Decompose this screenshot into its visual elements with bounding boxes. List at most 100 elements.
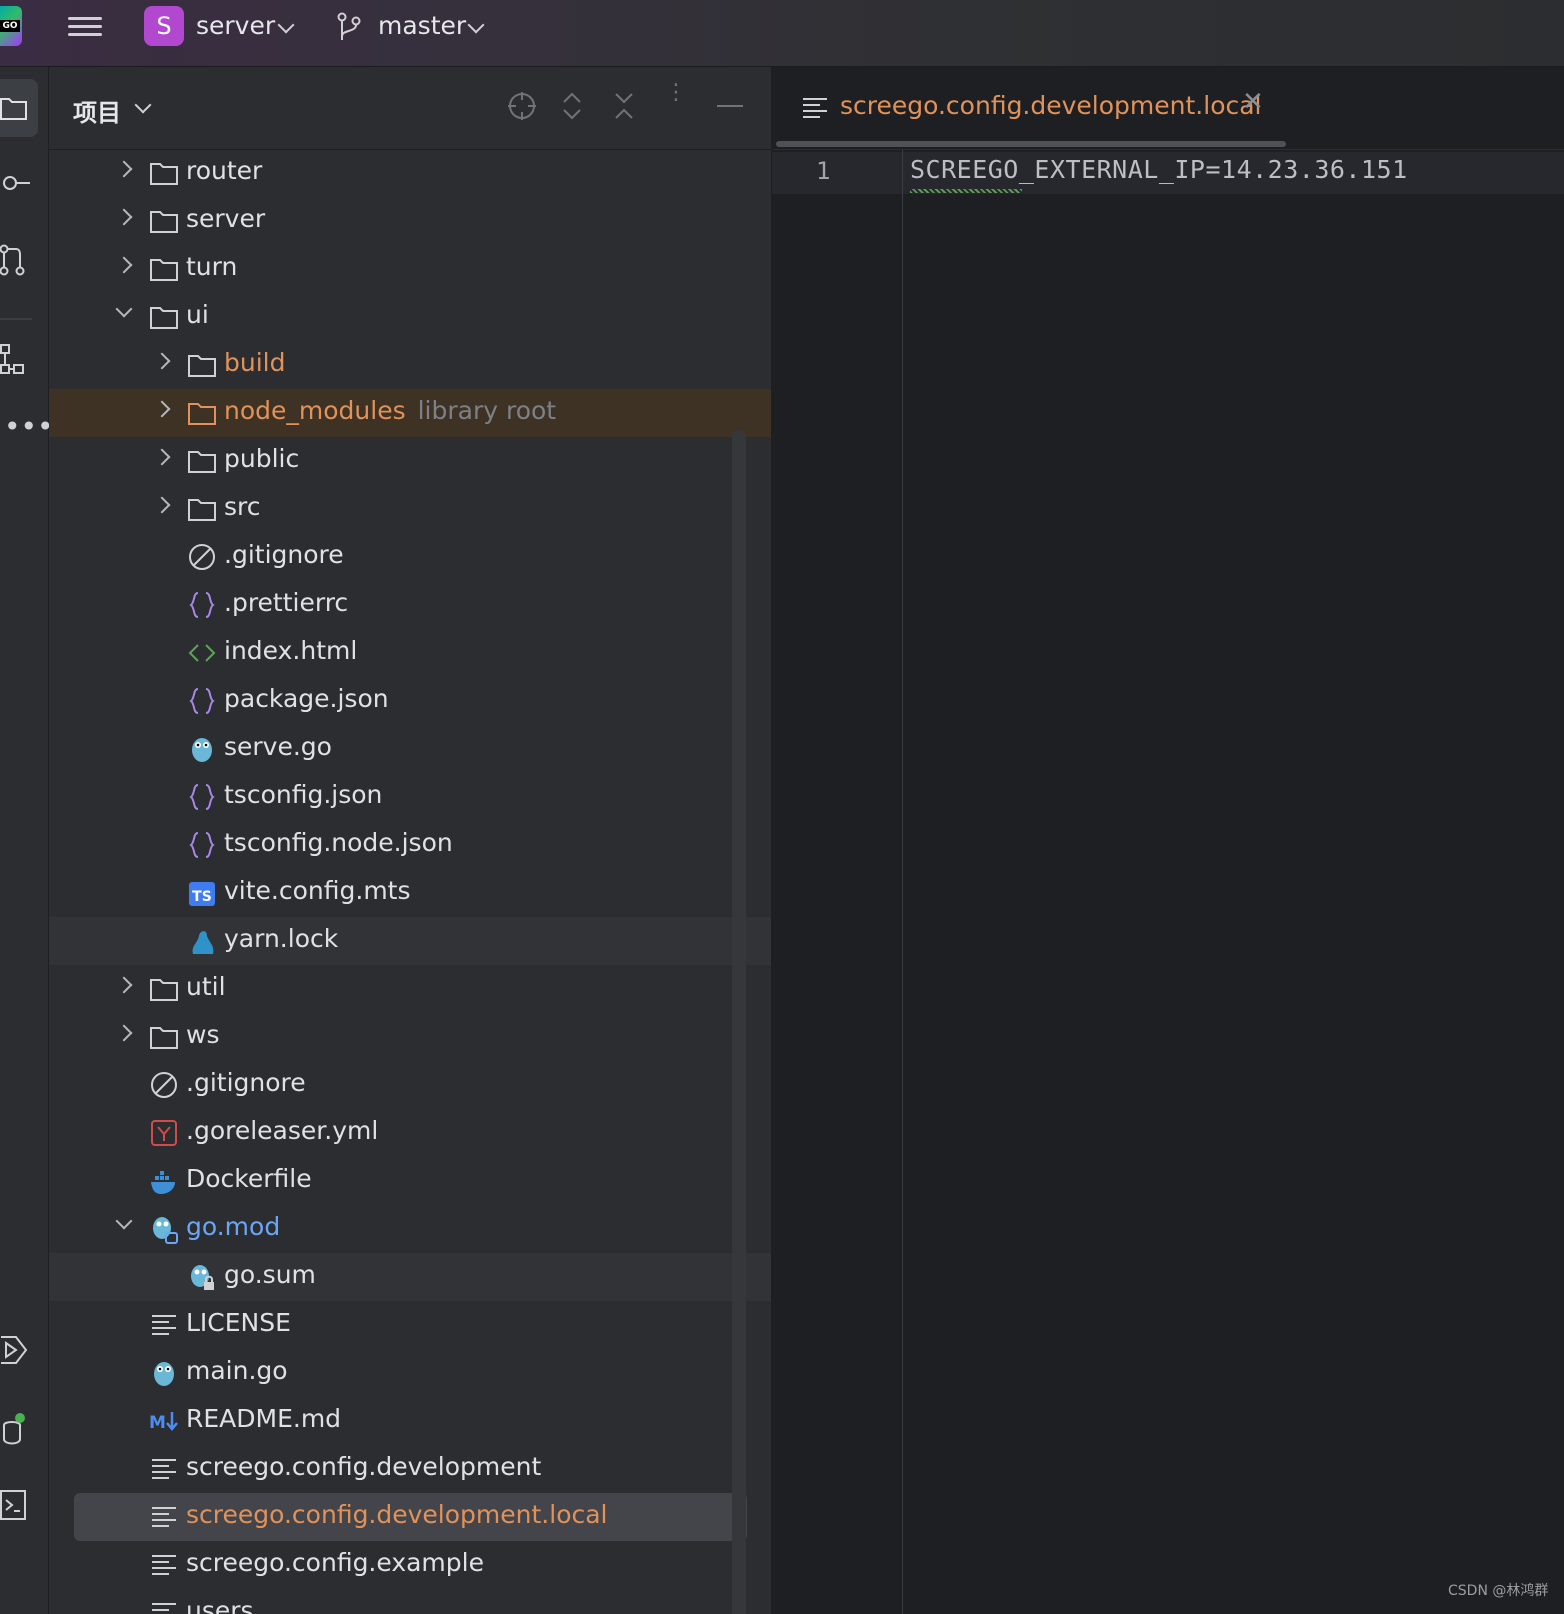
- tree-folder-ui[interactable]: ui: [49, 293, 771, 341]
- code-line[interactable]: SCREEGO_EXTERNAL_IP=14.23.36.151: [910, 155, 1408, 184]
- app-logo[interactable]: GO: [0, 6, 22, 46]
- tree-file-main-go[interactable]: main.go: [49, 1349, 771, 1397]
- chevron-down-icon[interactable]: [115, 300, 133, 318]
- tree-file-license[interactable]: LICENSE: [49, 1301, 771, 1349]
- minimize-icon[interactable]: [717, 105, 743, 107]
- tree-scrollbar[interactable]: [732, 430, 746, 1614]
- tree-item-label: Dockerfile: [186, 1164, 312, 1193]
- project-avatar[interactable]: S: [144, 6, 184, 46]
- tree-item-name: server: [186, 204, 266, 233]
- chevron-right-icon[interactable]: [115, 976, 133, 994]
- collapse-all-icon[interactable]: [611, 91, 637, 121]
- tree-file-serve-go[interactable]: serve.go: [49, 725, 771, 773]
- pull-request-icon[interactable]: [0, 243, 28, 279]
- chevron-right-icon[interactable]: [153, 400, 171, 418]
- tree-file-index-html[interactable]: index.html: [49, 629, 771, 677]
- tree-folder-turn[interactable]: turn: [49, 245, 771, 293]
- tree-folder-ws[interactable]: ws: [49, 1013, 771, 1061]
- tree-file-vite-config-mts[interactable]: TS vite.config.mts: [49, 869, 771, 917]
- tree-file-goreleaser-yml[interactable]: .goreleaser.yml: [49, 1109, 771, 1157]
- tree-file-go-mod[interactable]: go.mod: [49, 1205, 771, 1253]
- run-icon[interactable]: [0, 1333, 28, 1367]
- tree-file-tsconfig-node-json[interactable]: tsconfig.node.json: [49, 821, 771, 869]
- structure-icon[interactable]: [0, 343, 26, 377]
- tree-item-label: node_modules library root: [224, 396, 556, 425]
- tree-item-name: util: [186, 972, 226, 1001]
- tree-folder-node-modules[interactable]: node_modules library root: [49, 389, 771, 437]
- tree-file-users[interactable]: users: [49, 1589, 771, 1614]
- ignore-icon: [187, 542, 217, 572]
- tree-folder-server[interactable]: server: [49, 197, 771, 245]
- tree-file-dockerfile[interactable]: Dockerfile: [49, 1157, 771, 1205]
- chevron-right-icon[interactable]: [153, 448, 171, 466]
- tree-file-yarn-lock[interactable]: yarn.lock: [49, 917, 771, 965]
- project-tool-button[interactable]: [0, 79, 38, 137]
- tree-item-label: tsconfig.json: [224, 780, 382, 809]
- tree-item-label: users: [186, 1596, 254, 1614]
- crosshair-icon[interactable]: [507, 91, 537, 121]
- tree-folder-util[interactable]: util: [49, 965, 771, 1013]
- tree-file-gitignore[interactable]: .gitignore: [49, 533, 771, 581]
- tree-folder-src[interactable]: src: [49, 485, 771, 533]
- project-panel-title[interactable]: 项目: [73, 93, 121, 128]
- tree-file-go-sum[interactable]: go.sum: [49, 1253, 771, 1301]
- tree-item-label: turn: [186, 252, 237, 281]
- ignore-icon: [149, 1070, 179, 1100]
- branch-chevron-down-icon[interactable]: [467, 16, 485, 34]
- branch-name[interactable]: master: [378, 11, 466, 40]
- project-panel: 项目 ⋮ router server turn ui build node_modules…: [49, 67, 771, 1614]
- tree-item-name: ui: [186, 300, 209, 329]
- tree-item-name: tsconfig.node.json: [224, 828, 453, 857]
- tool-separator: [0, 318, 32, 320]
- tree-folder-router[interactable]: router: [49, 149, 771, 197]
- tree-item-label: screego.config.example: [186, 1548, 484, 1577]
- more-tools-icon[interactable]: •••: [4, 413, 54, 441]
- tree-file-screego-config-development-local[interactable]: screego.config.development.local: [74, 1493, 747, 1541]
- tree-item-name: tsconfig.json: [224, 780, 383, 809]
- chevron-down-icon[interactable]: [115, 1212, 133, 1230]
- tree-item-name: src: [224, 492, 261, 521]
- chevron-right-icon[interactable]: [115, 208, 133, 226]
- tree-file-package-json[interactable]: package.json: [49, 677, 771, 725]
- main-menu-icon[interactable]: [68, 12, 102, 46]
- tree-item-name: serve.go: [224, 732, 332, 761]
- folder-icon: [149, 974, 179, 1004]
- chevron-right-icon[interactable]: [115, 1024, 133, 1042]
- tree-item-name: README.md: [186, 1404, 342, 1433]
- expand-all-icon[interactable]: [559, 91, 585, 121]
- chevron-right-icon[interactable]: [115, 256, 133, 274]
- git-branch-icon[interactable]: [336, 12, 362, 42]
- chevron-right-icon[interactable]: [115, 160, 133, 178]
- tree-file-readme-md[interactable]: M README.md: [49, 1397, 771, 1445]
- tree-item-name: build: [224, 348, 286, 377]
- tree-file-gitignore[interactable]: .gitignore: [49, 1061, 771, 1109]
- more-icon[interactable]: ⋮: [665, 82, 687, 104]
- tree-item-annotation: library root: [417, 396, 557, 425]
- chevron-right-icon[interactable]: [153, 496, 171, 514]
- folder-icon: [149, 254, 179, 284]
- project-name[interactable]: server: [196, 11, 275, 40]
- tree-item-label: server: [186, 204, 265, 233]
- chevron-right-icon[interactable]: [153, 352, 171, 370]
- yaml-icon: [149, 1118, 179, 1148]
- commit-icon[interactable]: [0, 173, 30, 193]
- tab-close-icon[interactable]: ✕: [1242, 87, 1264, 117]
- folder-lib-icon: [187, 398, 217, 428]
- tree-file-screego-config-example[interactable]: screego.config.example: [49, 1541, 771, 1589]
- terminal-icon[interactable]: [0, 1489, 28, 1521]
- tree-file-screego-config-development[interactable]: screego.config.development: [49, 1445, 771, 1493]
- tree-folder-public[interactable]: public: [49, 437, 771, 485]
- debug-icon[interactable]: [0, 1411, 30, 1451]
- tree-item-label: serve.go: [224, 732, 332, 761]
- tree-file-tsconfig-json[interactable]: tsconfig.json: [49, 773, 771, 821]
- tree-folder-build[interactable]: build: [49, 341, 771, 389]
- tree-item-label: util: [186, 972, 226, 1001]
- project-chevron-down-icon[interactable]: [277, 16, 295, 34]
- tree-item-name: Dockerfile: [186, 1164, 312, 1193]
- gomod-icon: [149, 1214, 179, 1244]
- watermark: CSDN @林鸿群: [1448, 1583, 1549, 1599]
- tree-file-prettierrc[interactable]: .prettierrc: [49, 581, 771, 629]
- text-file-icon: [803, 98, 827, 118]
- tree-item-name: ws: [186, 1020, 220, 1049]
- panel-chevron-down-icon[interactable]: [134, 96, 152, 114]
